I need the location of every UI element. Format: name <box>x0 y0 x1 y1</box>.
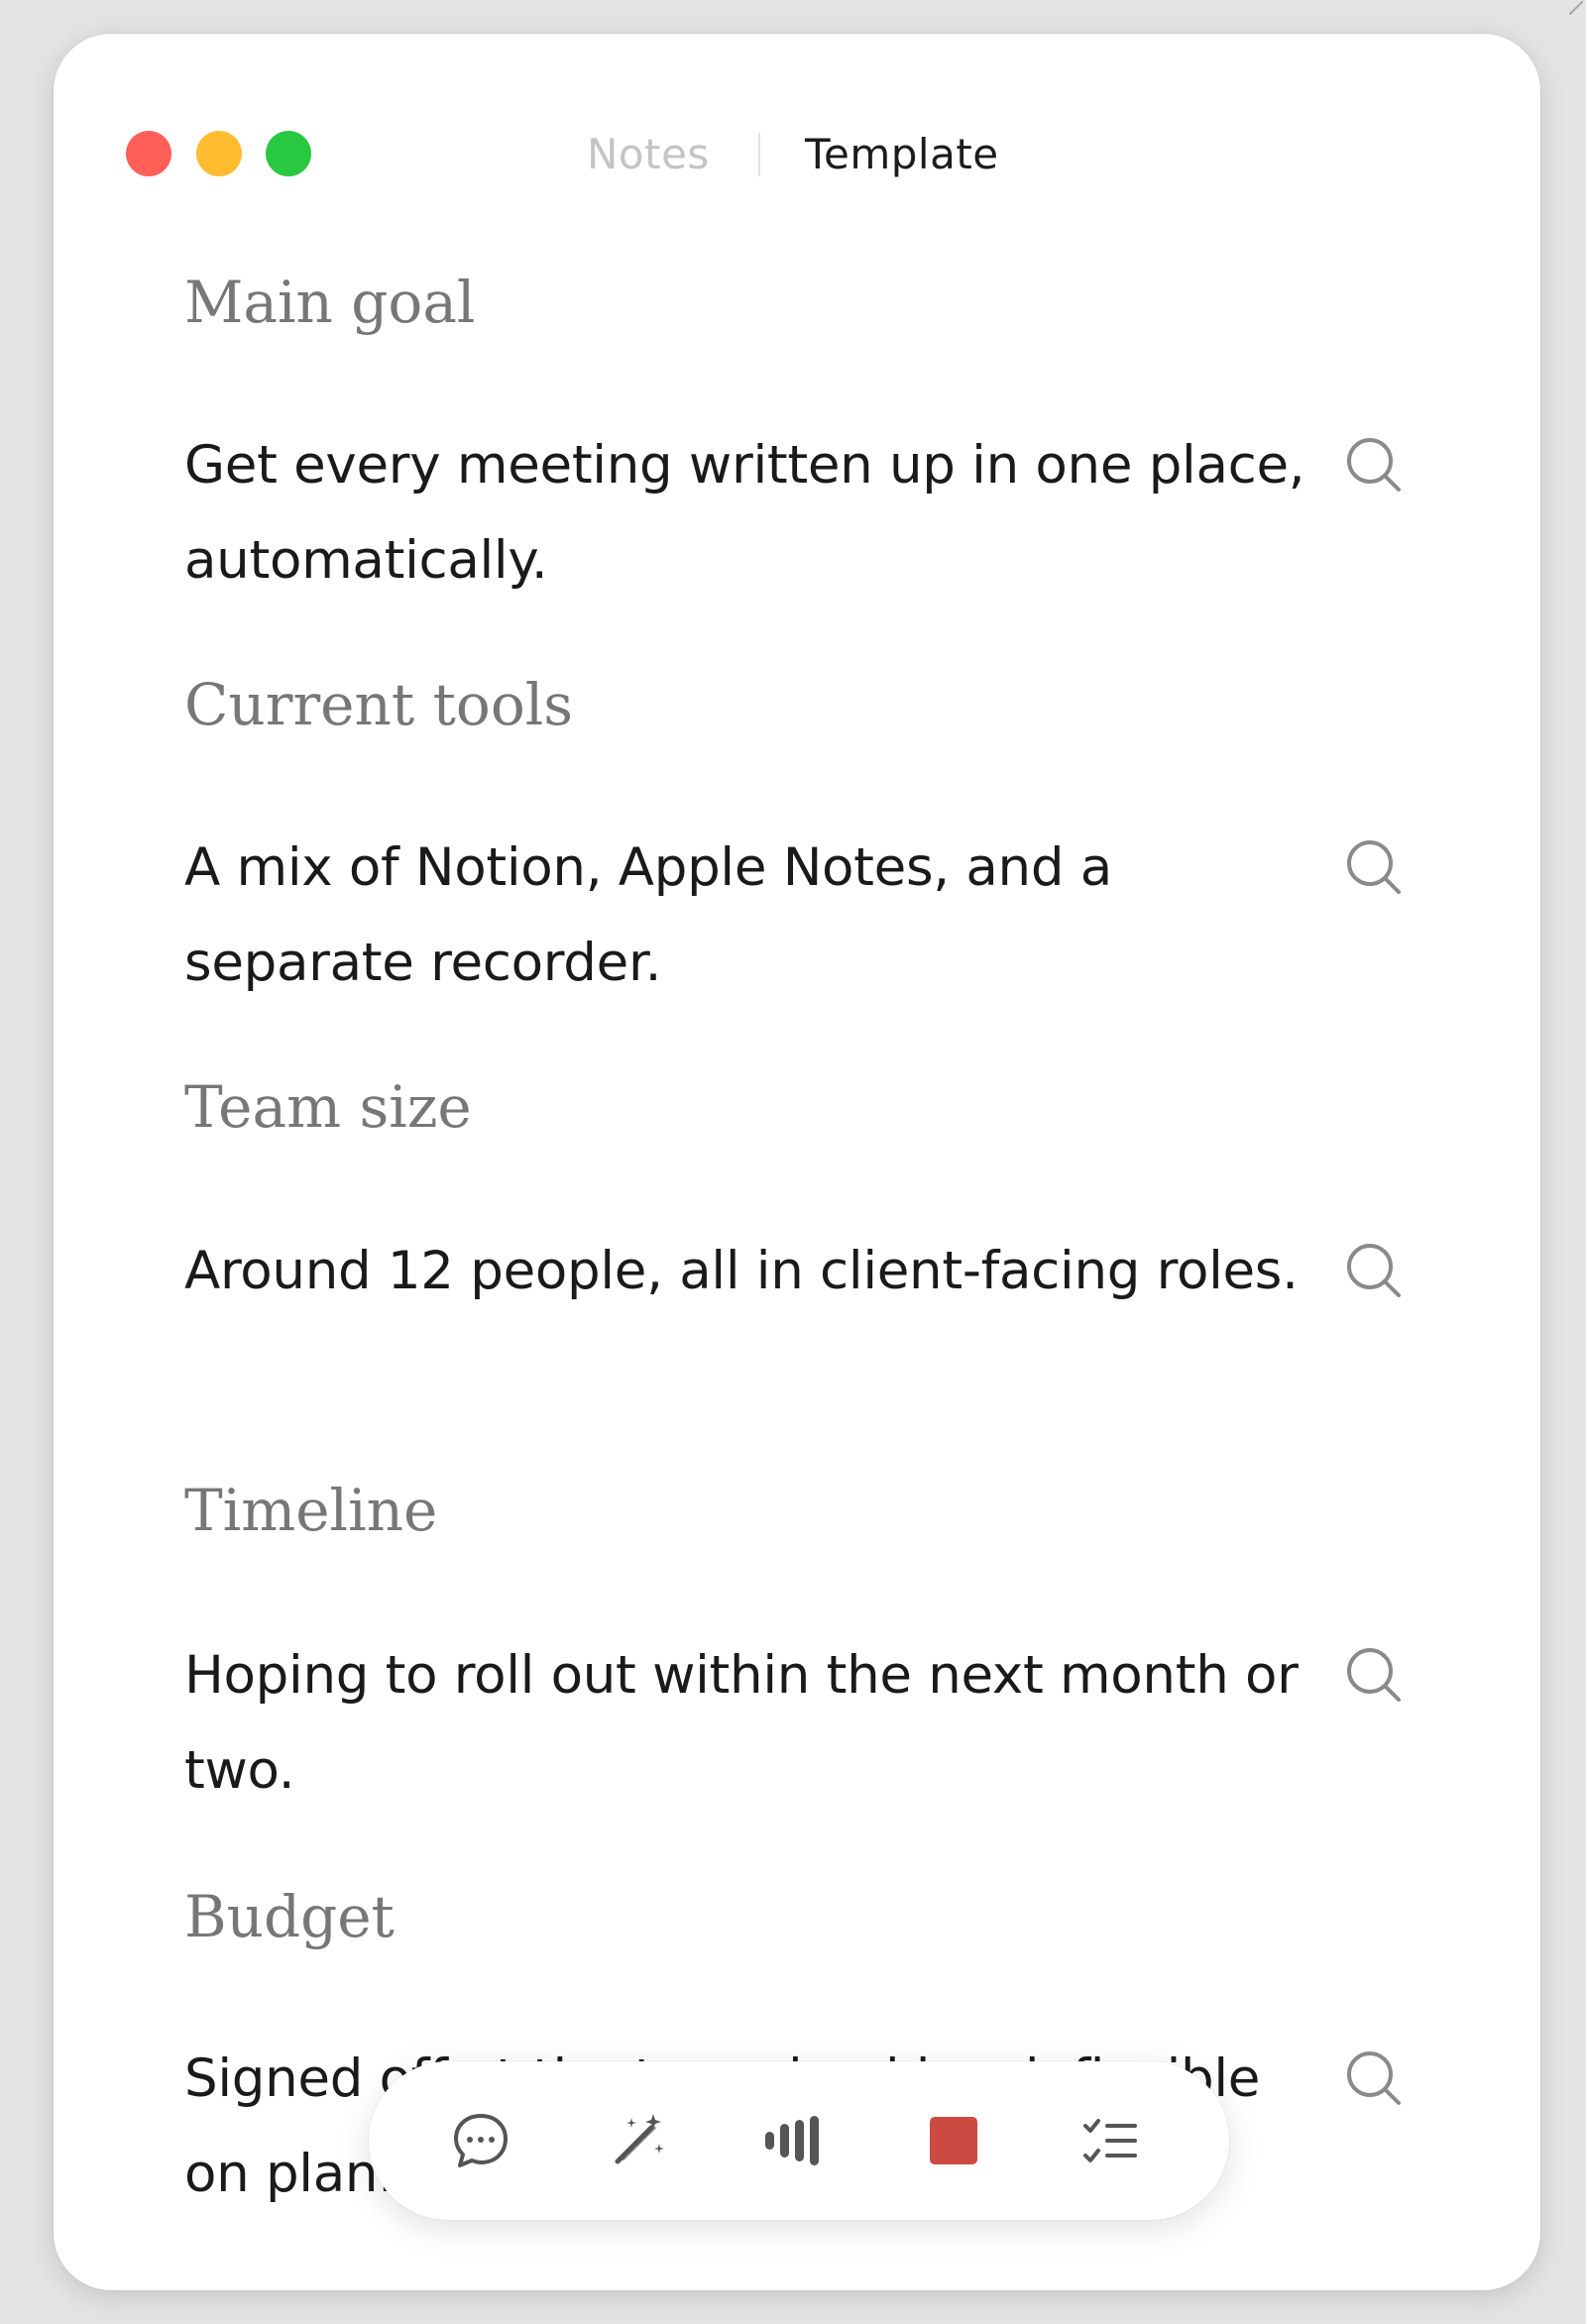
search-icon[interactable] <box>1342 835 1406 899</box>
checklist-icon[interactable] <box>1071 2101 1150 2180</box>
stop-recording-icon[interactable] <box>914 2101 993 2180</box>
search-icon[interactable] <box>1342 433 1406 497</box>
section-body-timeline[interactable]: Hoping to roll out within the next month… <box>184 1628 1324 1819</box>
search-icon[interactable] <box>1342 2047 1406 2110</box>
section-heading-team-size: Team size <box>184 1073 472 1141</box>
audio-waveform-icon[interactable] <box>757 2101 837 2180</box>
section-heading-main-goal: Main goal <box>184 269 476 336</box>
section-body-team-size[interactable]: Around 12 people, all in client-facing r… <box>184 1224 1324 1319</box>
search-icon[interactable] <box>1342 1239 1406 1302</box>
tab-divider <box>758 133 760 176</box>
tab-template[interactable]: Template <box>805 125 999 184</box>
search-icon[interactable] <box>1342 1643 1406 1707</box>
resize-grip-icon[interactable] <box>1556 0 1586 30</box>
section-body-current-tools[interactable]: A mix of Notion, Apple Notes, and a sepa… <box>184 821 1324 1011</box>
app-window: Notes Template Main goal Get every meeti… <box>54 34 1540 2290</box>
magic-wand-icon[interactable] <box>599 2101 678 2180</box>
tab-notes[interactable]: Notes <box>587 125 710 184</box>
section-body-main-goal[interactable]: Get every meeting written up in one plac… <box>184 418 1324 609</box>
section-heading-budget: Budget <box>184 1883 395 1950</box>
chat-bubble-icon[interactable] <box>441 2101 520 2180</box>
floating-toolbar <box>369 2061 1229 2220</box>
view-tabs: Notes Template <box>54 125 1540 184</box>
section-heading-timeline: Timeline <box>184 1477 438 1544</box>
section-heading-current-tools: Current tools <box>184 671 574 738</box>
